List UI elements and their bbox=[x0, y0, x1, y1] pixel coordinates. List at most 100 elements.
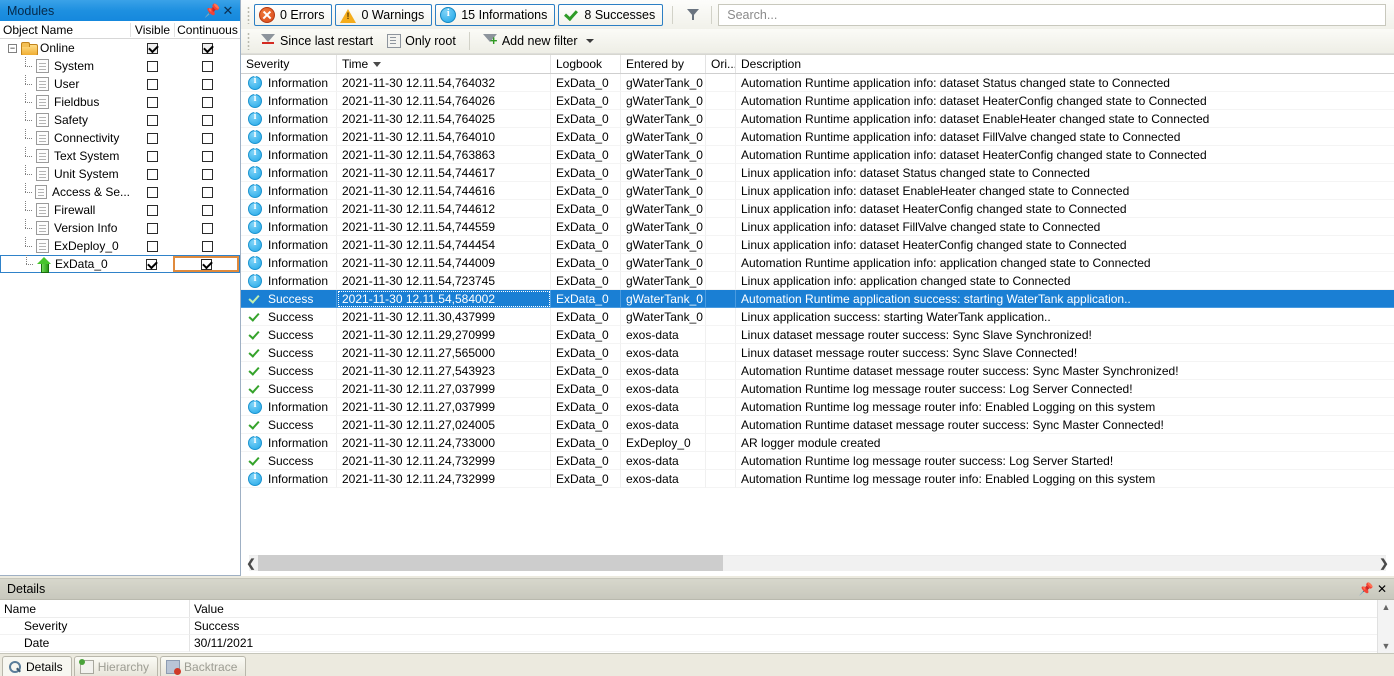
log-row[interactable]: Success 2021-11-30 12.11.30,437999 ExData_… bbox=[241, 308, 1394, 326]
search-input[interactable] bbox=[725, 6, 1379, 23]
column-header-continuous[interactable]: Continuous bbox=[174, 22, 240, 37]
expander-collapse-icon[interactable]: − bbox=[8, 43, 17, 53]
chevron-down-icon[interactable] bbox=[585, 39, 594, 43]
log-row[interactable]: Information 2021-11-30 12.11.24,732999ExD… bbox=[241, 470, 1394, 488]
severity-filter-warning[interactable]: 0 Warnings bbox=[335, 3, 433, 26]
details-row[interactable]: Severity Success bbox=[0, 618, 1394, 635]
visible-checkbox[interactable] bbox=[146, 42, 158, 54]
chevron-up-icon[interactable]: ▲ bbox=[1382, 600, 1391, 614]
close-icon[interactable]: ✕ bbox=[220, 3, 236, 19]
visible-checkbox-cell[interactable] bbox=[130, 219, 174, 237]
modules-tree[interactable]: − Online System User Fieldbus Safety Connectiv… bbox=[0, 39, 240, 575]
visible-checkbox-cell[interactable] bbox=[130, 111, 174, 129]
log-row[interactable]: Success 2021-11-30 12.11.27,565000 ExData_… bbox=[241, 344, 1394, 362]
tab-hierarchy[interactable]: Hierarchy bbox=[73, 656, 159, 676]
log-row[interactable]: Information 2021-11-30 12.11.54,744617ExD… bbox=[241, 164, 1394, 182]
filter-funnel-icon[interactable] bbox=[681, 4, 705, 26]
log-row[interactable]: Information 2021-11-30 12.11.54,744612ExD… bbox=[241, 200, 1394, 218]
continuous-checkbox[interactable] bbox=[201, 42, 213, 54]
visible-checkbox-cell[interactable] bbox=[129, 256, 173, 272]
visible-checkbox[interactable] bbox=[146, 60, 158, 72]
column-header-severity[interactable]: Severity bbox=[241, 55, 337, 73]
continuous-checkbox[interactable] bbox=[201, 186, 213, 198]
visible-checkbox[interactable] bbox=[145, 258, 157, 270]
visible-checkbox-cell[interactable] bbox=[130, 165, 174, 183]
visible-checkbox[interactable] bbox=[146, 186, 158, 198]
scrollbar-thumb[interactable] bbox=[258, 555, 723, 571]
module-tree-row[interactable]: Safety bbox=[0, 111, 240, 129]
details-rows[interactable]: Severity Success Date 30/11/2021 bbox=[0, 618, 1394, 652]
visible-checkbox-cell[interactable] bbox=[130, 183, 174, 201]
visible-checkbox-cell[interactable] bbox=[130, 147, 174, 165]
log-row[interactable]: Information 2021-11-30 12.11.54,744009ExD… bbox=[241, 254, 1394, 272]
continuous-checkbox-cell[interactable] bbox=[173, 256, 239, 272]
log-row[interactable]: Success 2021-11-30 12.11.54,584002 ExData_… bbox=[241, 290, 1394, 308]
visible-checkbox[interactable] bbox=[146, 240, 158, 252]
visible-checkbox-cell[interactable] bbox=[130, 57, 174, 75]
column-header-detail-name[interactable]: Name bbox=[0, 600, 190, 617]
log-grid-body[interactable]: Information2021-11-30 12.11.54,764032ExD… bbox=[241, 74, 1394, 550]
module-tree-row[interactable]: − Online bbox=[0, 39, 240, 57]
column-header-time[interactable]: Time bbox=[337, 55, 551, 73]
visible-checkbox-cell[interactable] bbox=[130, 201, 174, 219]
column-header-description[interactable]: Description bbox=[736, 55, 1394, 73]
visible-checkbox[interactable] bbox=[146, 78, 158, 90]
add-new-filter-button[interactable]: Add new filter bbox=[476, 31, 601, 52]
pin-icon[interactable]: 📌 bbox=[204, 3, 220, 19]
continuous-checkbox[interactable] bbox=[201, 204, 213, 216]
module-tree-row[interactable]: Connectivity bbox=[0, 129, 240, 147]
continuous-checkbox-cell[interactable] bbox=[174, 219, 240, 237]
continuous-checkbox-cell[interactable] bbox=[174, 237, 240, 255]
log-row[interactable]: Success 2021-11-30 12.11.29,270999 ExData_… bbox=[241, 326, 1394, 344]
visible-checkbox[interactable] bbox=[146, 150, 158, 162]
close-icon[interactable]: ✕ bbox=[1374, 582, 1390, 596]
continuous-checkbox-cell[interactable] bbox=[174, 165, 240, 183]
continuous-checkbox-cell[interactable] bbox=[174, 129, 240, 147]
visible-checkbox[interactable] bbox=[146, 132, 158, 144]
module-tree-row[interactable]: Firewall bbox=[0, 201, 240, 219]
log-row[interactable]: Information2021-11-30 12.11.24,733000ExD… bbox=[241, 434, 1394, 452]
log-row[interactable]: Information 2021-11-30 12.11.54,744559ExD… bbox=[241, 218, 1394, 236]
continuous-checkbox[interactable] bbox=[200, 258, 212, 270]
continuous-checkbox-cell[interactable] bbox=[174, 201, 240, 219]
continuous-checkbox-cell[interactable] bbox=[174, 39, 240, 57]
since-last-restart-button[interactable]: Since last restart bbox=[254, 31, 380, 52]
log-row[interactable]: Success 2021-11-30 12.11.27,024005 ExData_… bbox=[241, 416, 1394, 434]
visible-checkbox[interactable] bbox=[146, 168, 158, 180]
continuous-checkbox-cell[interactable] bbox=[174, 93, 240, 111]
continuous-checkbox[interactable] bbox=[201, 222, 213, 234]
visible-checkbox-cell[interactable] bbox=[130, 75, 174, 93]
continuous-checkbox-cell[interactable] bbox=[174, 57, 240, 75]
severity-filter-success[interactable]: 8 Successes bbox=[558, 3, 664, 26]
toolbar-grip[interactable] bbox=[247, 5, 250, 24]
module-tree-row[interactable]: Unit System bbox=[0, 165, 240, 183]
chevron-down-icon[interactable]: ▼ bbox=[1382, 639, 1391, 653]
module-tree-row[interactable]: ExDeploy_0 bbox=[0, 237, 240, 255]
log-row[interactable]: Information 2021-11-30 12.11.54,744616ExD… bbox=[241, 182, 1394, 200]
details-vertical-scrollbar[interactable]: ▲ ▼ bbox=[1377, 600, 1394, 653]
visible-checkbox[interactable] bbox=[146, 96, 158, 108]
visible-checkbox[interactable] bbox=[146, 204, 158, 216]
visible-checkbox-cell[interactable] bbox=[130, 93, 174, 111]
column-header-logbook[interactable]: Logbook bbox=[551, 55, 621, 73]
continuous-checkbox[interactable] bbox=[201, 96, 213, 108]
continuous-checkbox[interactable] bbox=[201, 240, 213, 252]
details-row[interactable]: Date 30/11/2021 bbox=[0, 635, 1394, 652]
continuous-checkbox[interactable] bbox=[201, 132, 213, 144]
visible-checkbox-cell[interactable] bbox=[130, 39, 174, 57]
column-header-origin[interactable]: Ori... bbox=[706, 55, 736, 73]
visible-checkbox-cell[interactable] bbox=[130, 129, 174, 147]
severity-filter-error[interactable]: 0 Errors bbox=[254, 3, 333, 26]
pin-icon[interactable]: 📌 bbox=[1358, 582, 1374, 596]
only-root-button[interactable]: Only root bbox=[380, 31, 463, 52]
filter-toolbar-grip[interactable] bbox=[247, 32, 250, 50]
search-box[interactable] bbox=[718, 3, 1386, 26]
tab-details[interactable]: Details bbox=[2, 656, 72, 676]
log-row[interactable]: Information 2021-11-30 12.11.27,037999ExD… bbox=[241, 398, 1394, 416]
module-tree-row[interactable]: Access & Se... bbox=[0, 183, 240, 201]
continuous-checkbox[interactable] bbox=[201, 168, 213, 180]
column-header-entered-by[interactable]: Entered by bbox=[621, 55, 706, 73]
severity-filter-info[interactable]: 15 Informations bbox=[435, 3, 556, 26]
module-tree-row[interactable]: Fieldbus bbox=[0, 93, 240, 111]
visible-checkbox[interactable] bbox=[146, 114, 158, 126]
